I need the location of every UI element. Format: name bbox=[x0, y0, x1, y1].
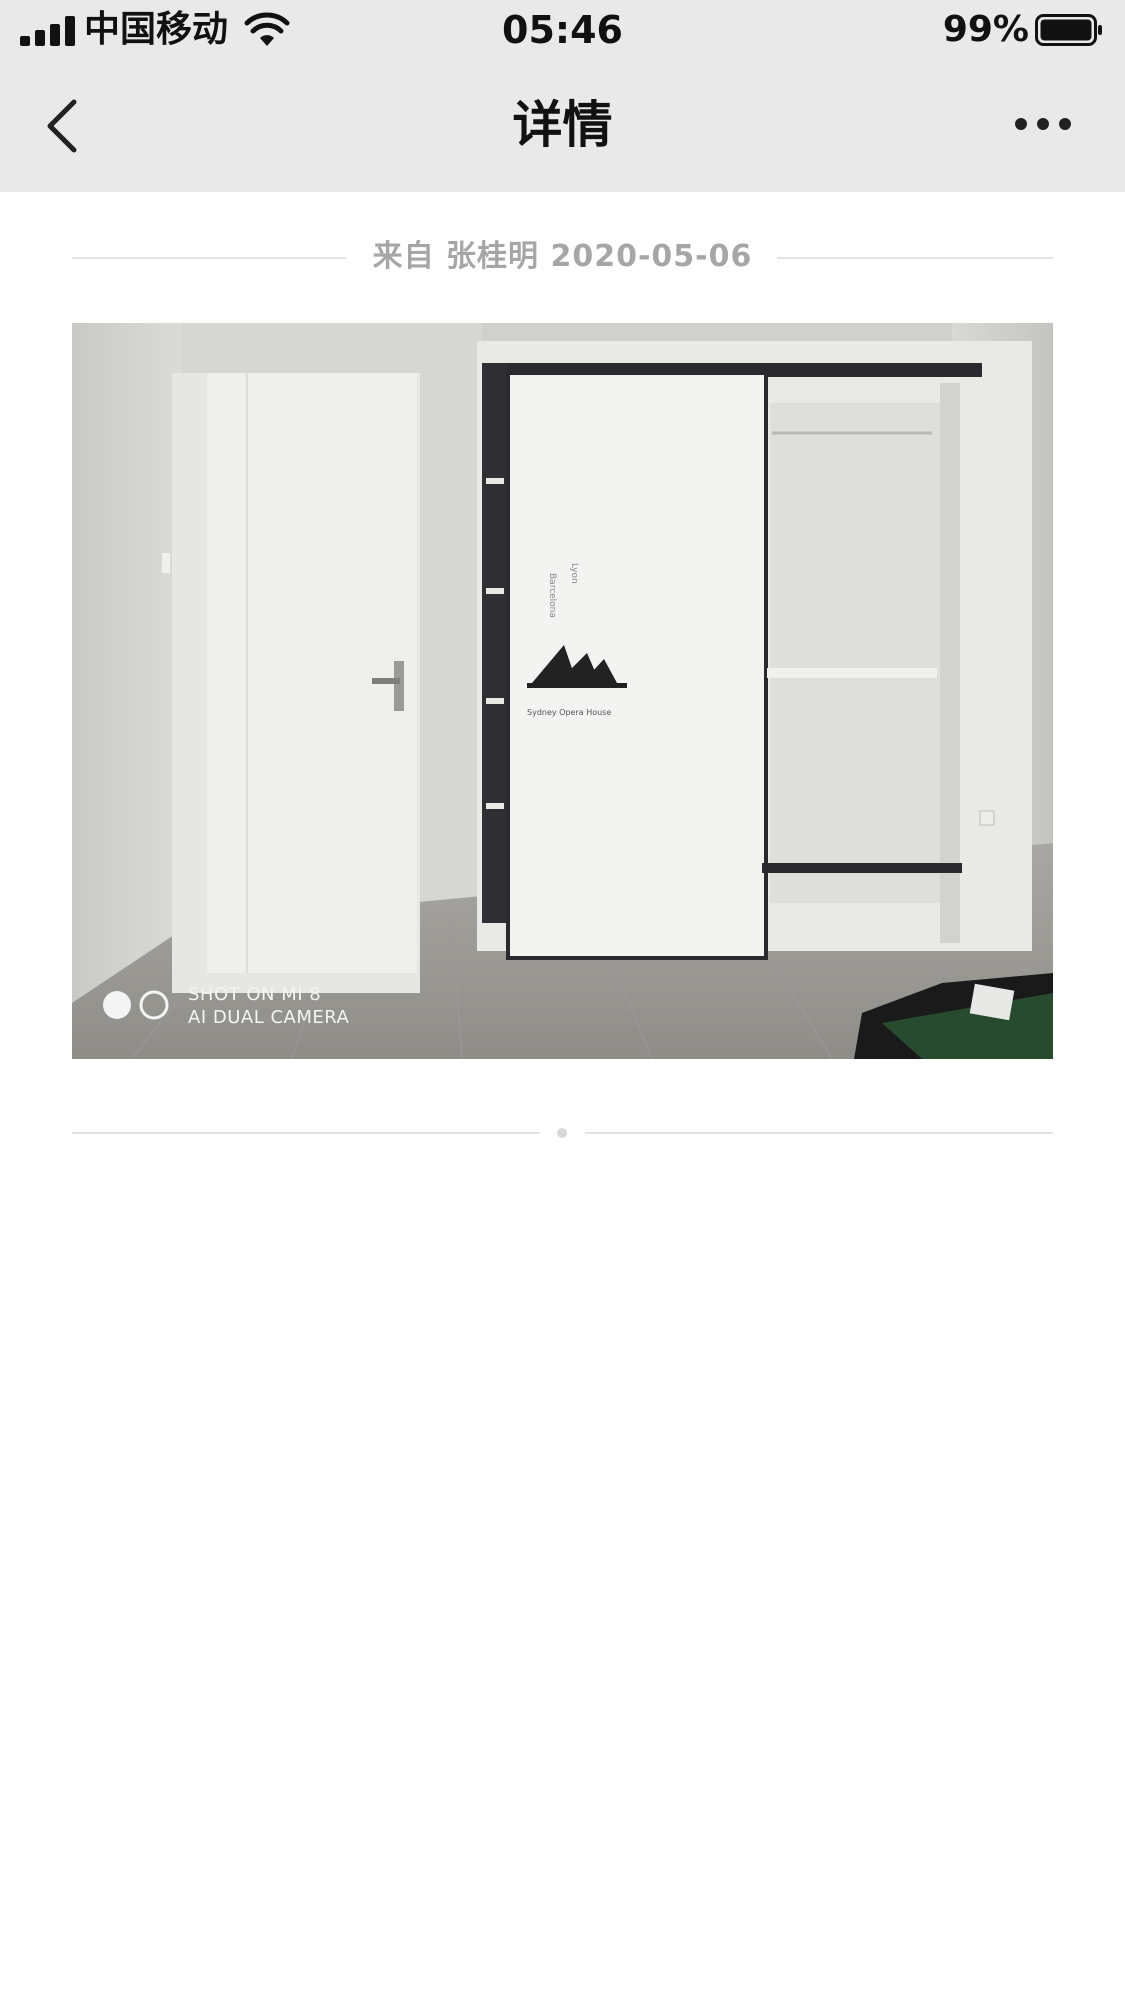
navigation-bar: 详情 bbox=[0, 62, 1125, 192]
content-divider-right bbox=[585, 1132, 1053, 1134]
camera-watermark-icon bbox=[103, 990, 169, 1020]
page-title: 详情 bbox=[512, 96, 613, 154]
status-bar: 中国移动 05:46 99% bbox=[0, 0, 1125, 62]
svg-text:Barcelona: Barcelona bbox=[547, 573, 557, 618]
svg-text:Lyon: Lyon bbox=[569, 563, 579, 584]
watermark-line1: SHOT ON MI 8 bbox=[188, 984, 322, 1005]
content-divider-left bbox=[72, 1132, 540, 1134]
watermark-line2: AI DUAL CAMERA bbox=[188, 1007, 350, 1028]
room-photo-illustration: Sydney Opera House Barcelona Lyon bbox=[72, 323, 1053, 1059]
battery-percentage: 99% bbox=[942, 9, 1029, 50]
post-photo[interactable]: Sydney Opera House Barcelona Lyon SHOT O… bbox=[72, 323, 1053, 1059]
separator-dot bbox=[557, 1128, 567, 1138]
more-horizontal-icon[interactable] bbox=[1013, 114, 1073, 134]
battery-icon bbox=[1035, 14, 1102, 46]
door-decal-caption: Sydney Opera House bbox=[527, 708, 611, 717]
camera-watermark-text: SHOT ON MI 8 AI DUAL CAMERA bbox=[188, 983, 349, 1029]
meta-divider-right bbox=[777, 257, 1053, 259]
